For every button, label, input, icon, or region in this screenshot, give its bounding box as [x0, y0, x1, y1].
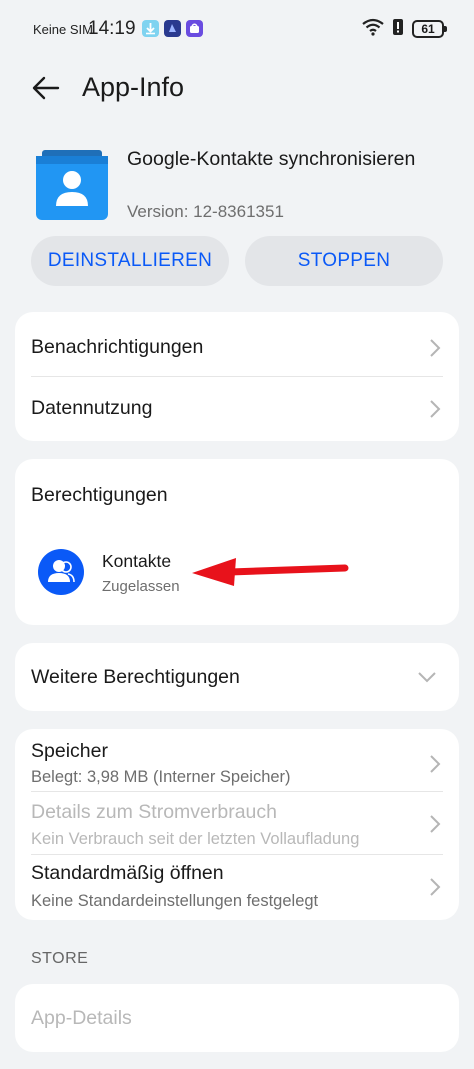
stop-button[interactable]: STOPPEN	[245, 236, 443, 286]
contacts-app-icon	[36, 150, 108, 220]
data-usage-row[interactable]: Datennutzung	[15, 377, 459, 441]
chevron-right-icon	[429, 877, 441, 897]
chevron-right-icon	[429, 338, 441, 358]
default-open-label: Standardmäßig öffnen	[31, 862, 224, 884]
download-notification-icon	[142, 20, 159, 37]
battery-indicator: 61	[412, 20, 447, 38]
power-details-subtitle: Kein Verbrauch seit der letzten Vollaufl…	[31, 830, 360, 848]
chevron-right-icon	[429, 814, 441, 834]
wifi-icon	[362, 18, 384, 41]
permission-label: Kontakte	[102, 551, 172, 571]
storage-label: Speicher	[31, 740, 108, 762]
app-details-row[interactable]: App-Details	[15, 984, 459, 1052]
storage-subtitle: Belegt: 3,98 MB (Interner Speicher)	[31, 768, 291, 786]
clock: 14:19	[88, 18, 136, 39]
details-card: Speicher Belegt: 3,98 MB (Interner Speic…	[15, 729, 459, 920]
chevron-right-icon	[429, 754, 441, 774]
notifications-row[interactable]: Benachrichtigungen	[15, 312, 459, 376]
annotation-arrow	[192, 558, 349, 586]
app-details-label: App-Details	[31, 1007, 132, 1029]
permission-status: Zugelassen	[102, 578, 180, 595]
permissions-card: Berechtigungen Kontakte Zugelassen	[15, 459, 459, 625]
store-section-header: STORE	[31, 950, 89, 967]
status-bar: Keine SIM 14:19 61	[0, 0, 474, 58]
default-open-row[interactable]: Standardmäßig öffnen Keine Standardeinst…	[15, 855, 459, 919]
app-name: Google-Kontakte synchronisieren	[127, 148, 416, 170]
page-title: App-Info	[82, 72, 185, 102]
alert-icon	[392, 18, 404, 41]
notifications-label: Benachrichtigungen	[31, 336, 204, 358]
contacts-permission-icon	[38, 549, 84, 595]
permissions-title: Berechtigungen	[31, 484, 168, 506]
app-notification-icon	[164, 20, 181, 37]
default-open-subtitle: Keine Standardeinstellungen festgelegt	[31, 892, 319, 910]
settings-card: Benachrichtigungen Datennutzung	[15, 312, 459, 441]
uninstall-button[interactable]: DEINSTALLIEREN	[31, 236, 229, 286]
power-details-label: Details zum Stromverbrauch	[31, 801, 277, 823]
more-permissions-label: Weitere Berechtigungen	[31, 666, 240, 688]
chevron-right-icon	[429, 399, 441, 419]
data-usage-label: Datennutzung	[31, 397, 153, 419]
more-permissions-row[interactable]: Weitere Berechtigungen	[15, 643, 459, 711]
carrier-label: Keine SIM	[33, 22, 93, 37]
back-arrow-icon[interactable]	[30, 72, 62, 104]
power-details-row[interactable]: Details zum Stromverbrauch Kein Verbrauc…	[15, 792, 459, 854]
store-notification-icon	[186, 20, 203, 37]
app-version: Version: 12-8361351	[127, 202, 284, 221]
storage-row[interactable]: Speicher Belegt: 3,98 MB (Interner Speic…	[15, 729, 459, 793]
chevron-down-icon	[417, 670, 437, 688]
